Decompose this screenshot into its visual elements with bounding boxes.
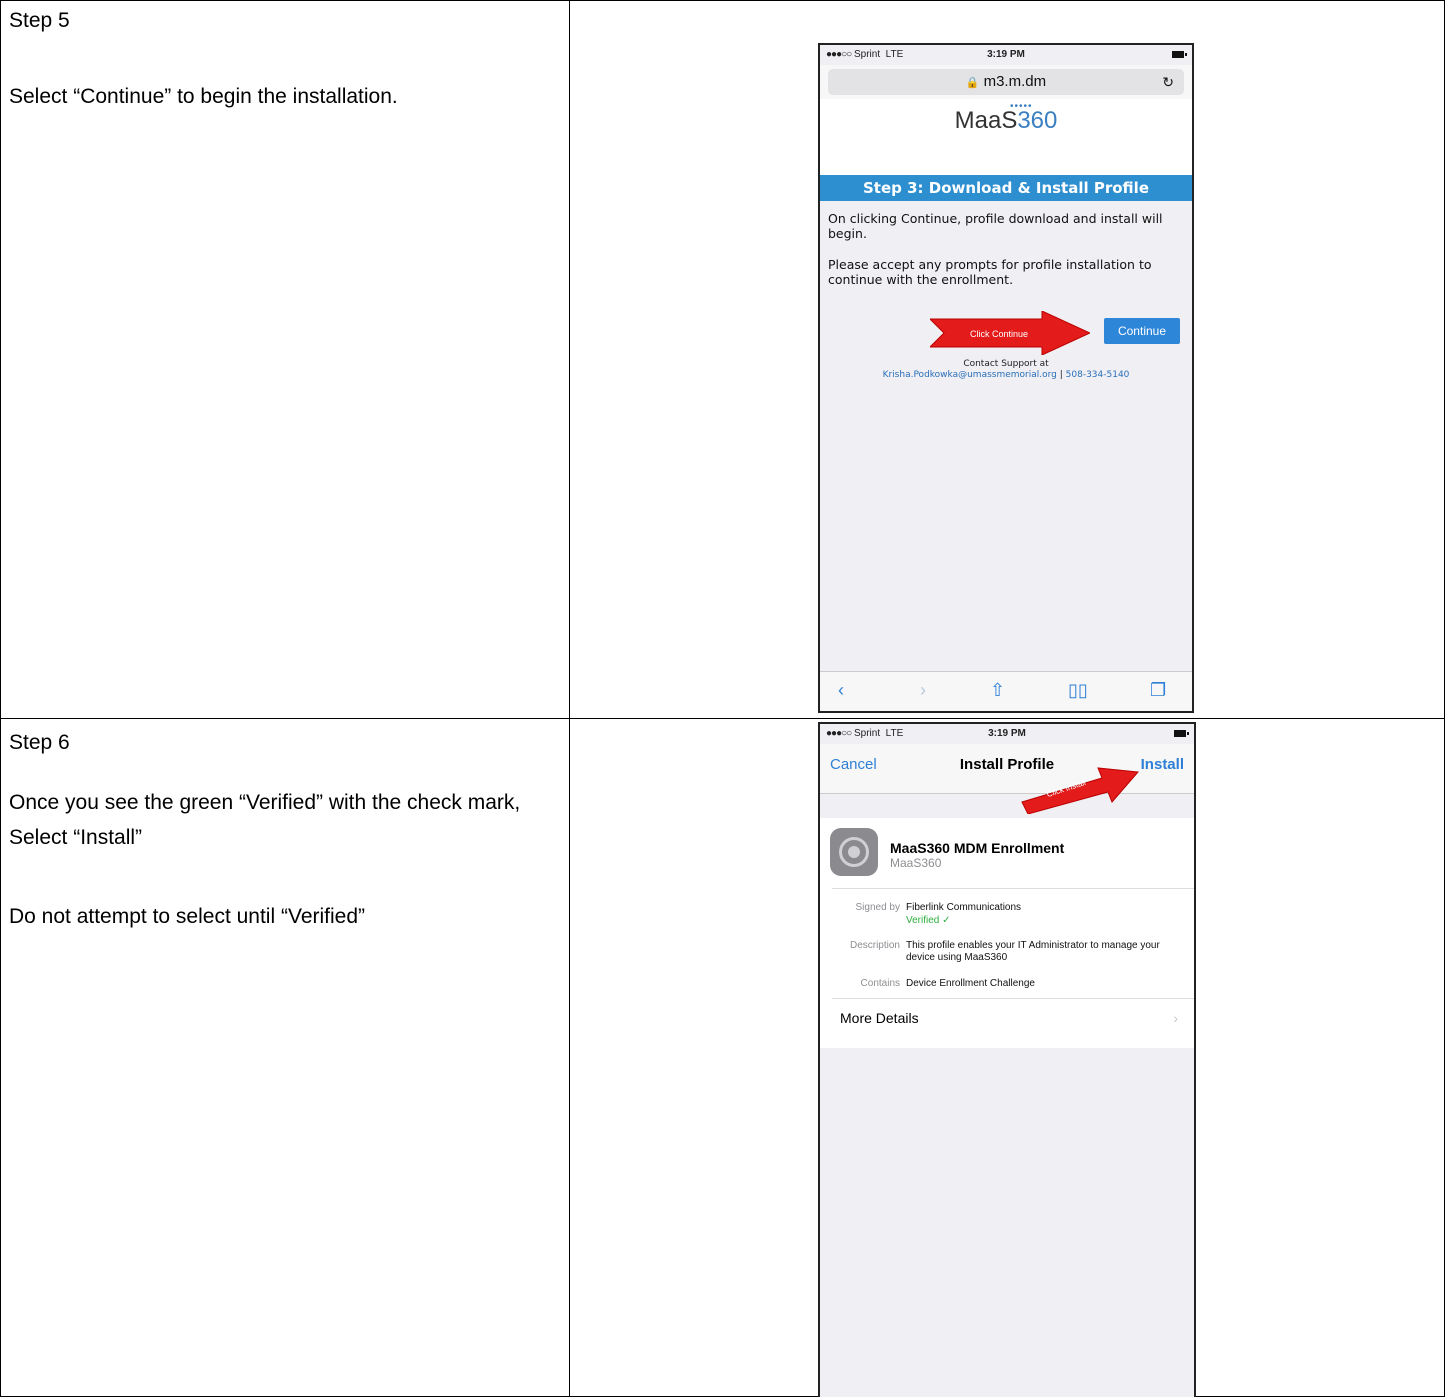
browser-toolbar: ‹ › ⇧ ▯▯ ❐: [820, 671, 1192, 711]
status-bar: ●●●○○ Sprint LTE 3:19 PM: [820, 45, 1192, 65]
phone-screenshot-install: ●●●○○ Sprint LTE 3:19 PM Cancel Install …: [818, 722, 1196, 1397]
step6-title: Step 6: [9, 731, 70, 754]
signed-by-value: Fiberlink Communications: [906, 902, 1022, 913]
maas360-logo: MaaS360: [954, 107, 1058, 134]
settings-gear-icon: [830, 828, 878, 876]
continue-button[interactable]: Continue: [1104, 318, 1180, 344]
paragraph-continue: On clicking Continue, profile download a…: [828, 211, 1163, 241]
install-button[interactable]: Install: [1141, 756, 1184, 773]
step6-instruction: Once you see the green “Verified” with t…: [9, 791, 521, 849]
support-email-link[interactable]: Krisha.Podkowka@umassmemorial.org: [883, 370, 1057, 380]
chevron-right-icon: ›: [1173, 1010, 1178, 1026]
paragraph-accept: Please accept any prompts for profile in…: [828, 257, 1152, 287]
description-value: This profile enables your IT Administrat…: [906, 940, 1160, 963]
contact-support: Contact Support at Krisha.Podkowka@umass…: [820, 359, 1192, 381]
step-banner: Step 3: Download & Install Profile: [820, 175, 1192, 201]
divider: [832, 888, 1194, 889]
contains-label: Contains: [860, 978, 900, 989]
status-time: 3:19 PM: [988, 728, 1026, 739]
battery-icon: [1172, 51, 1187, 58]
page-body: On clicking Continue, profile download a…: [820, 201, 1192, 671]
step5-instruction: Select “Continue” to begin the installat…: [9, 85, 398, 108]
lock-icon: 🔒: [965, 77, 980, 89]
support-heading: Contact Support at: [963, 359, 1049, 369]
url-text: m3.m.dm: [983, 73, 1047, 90]
battery-icon: [1174, 730, 1189, 737]
profile-name: MaaS360 MDM Enrollment: [890, 840, 1065, 856]
share-icon[interactable]: ⇧: [990, 680, 1005, 701]
arrow-label: Click Continue: [970, 329, 1029, 339]
more-details-link[interactable]: More Details: [840, 1010, 919, 1026]
forward-icon[interactable]: ›: [920, 680, 926, 701]
back-icon[interactable]: ‹: [838, 680, 844, 701]
verified-badge: Verified ✓: [906, 915, 951, 926]
profile-card: MaaS360 MDM Enrollment MaaS360 Signed by…: [820, 818, 1194, 1048]
step6-warning: Do not attempt to select until “Verified…: [9, 905, 366, 928]
divider: [832, 998, 1194, 999]
step6-text-cell: Step 6 Once you see the green “Verified”…: [0, 718, 570, 1397]
step5-text-cell: Step 5 Select “Continue” to begin the in…: [0, 0, 570, 719]
contains-value: Device Enrollment Challenge: [906, 978, 1035, 989]
support-phone-link[interactable]: 508-334-5140: [1066, 370, 1130, 380]
profile-org: MaaS360: [890, 856, 942, 870]
address-bar[interactable]: 🔒 m3.m.dm ↻: [828, 69, 1184, 95]
status-time: 3:19 PM: [987, 49, 1025, 60]
phone-screenshot-continue: ●●●○○ Sprint LTE 3:19 PM 🔒 m3.m.dm ↻ ••••…: [818, 43, 1194, 713]
signed-by-label: Signed by: [855, 902, 900, 913]
bookmarks-icon[interactable]: ▯▯: [1068, 680, 1088, 701]
step5-title: Step 5: [9, 9, 70, 32]
description-label: Description: [849, 940, 900, 951]
red-arrow-icon: [1021, 767, 1140, 814]
instructions-table: Step 5 Select “Continue” to begin the in…: [0, 0, 1445, 1397]
reload-icon[interactable]: ↻: [1162, 69, 1174, 95]
tabs-icon[interactable]: ❐: [1150, 680, 1166, 701]
status-bar: ●●●○○ Sprint LTE 3:19 PM: [820, 724, 1194, 744]
